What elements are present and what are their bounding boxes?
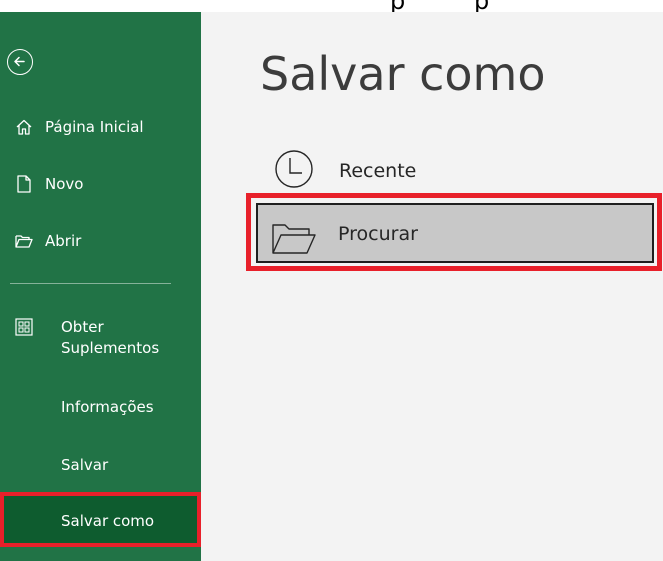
add-ins-grid-icon bbox=[15, 318, 33, 336]
top-cropped-region: p p bbox=[0, 0, 663, 12]
cropped-text-fragment: p bbox=[474, 0, 489, 12]
open-folder-icon bbox=[15, 235, 33, 248]
sidebar-divider bbox=[10, 283, 171, 284]
sidebar-item-save-as[interactable]: Salvar como bbox=[0, 492, 201, 547]
backstage-sidebar: Página Inicial Novo Abrir Obter Suplemen… bbox=[0, 12, 201, 561]
sidebar-item-label: Salvar bbox=[61, 456, 109, 474]
back-button[interactable] bbox=[7, 49, 33, 75]
option-browse-selected-bg: Procurar bbox=[256, 203, 654, 263]
sidebar-item-label: Abrir bbox=[45, 232, 82, 250]
folder-icon bbox=[272, 224, 316, 254]
page-title: Salvar como bbox=[260, 47, 546, 101]
option-label: Recente bbox=[339, 160, 417, 182]
sidebar-item-label: Obter Suplementos bbox=[61, 318, 160, 357]
sidebar-item-label: Salvar como bbox=[61, 512, 155, 530]
option-browse[interactable]: Procurar bbox=[246, 193, 662, 271]
sidebar-item-label: Informações bbox=[61, 398, 154, 416]
option-label: Procurar bbox=[338, 223, 418, 245]
cropped-text-fragment: p bbox=[390, 0, 405, 12]
back-arrow-circle-icon bbox=[14, 56, 25, 67]
home-icon bbox=[16, 119, 32, 135]
save-as-panel: Salvar como Recente Procurar bbox=[201, 12, 663, 561]
option-recent[interactable]: Recente bbox=[272, 149, 572, 189]
sidebar-item-label: Novo bbox=[45, 175, 84, 193]
clock-icon bbox=[275, 150, 313, 188]
sidebar-item-label: Página Inicial bbox=[45, 118, 144, 136]
new-document-icon bbox=[17, 175, 31, 193]
